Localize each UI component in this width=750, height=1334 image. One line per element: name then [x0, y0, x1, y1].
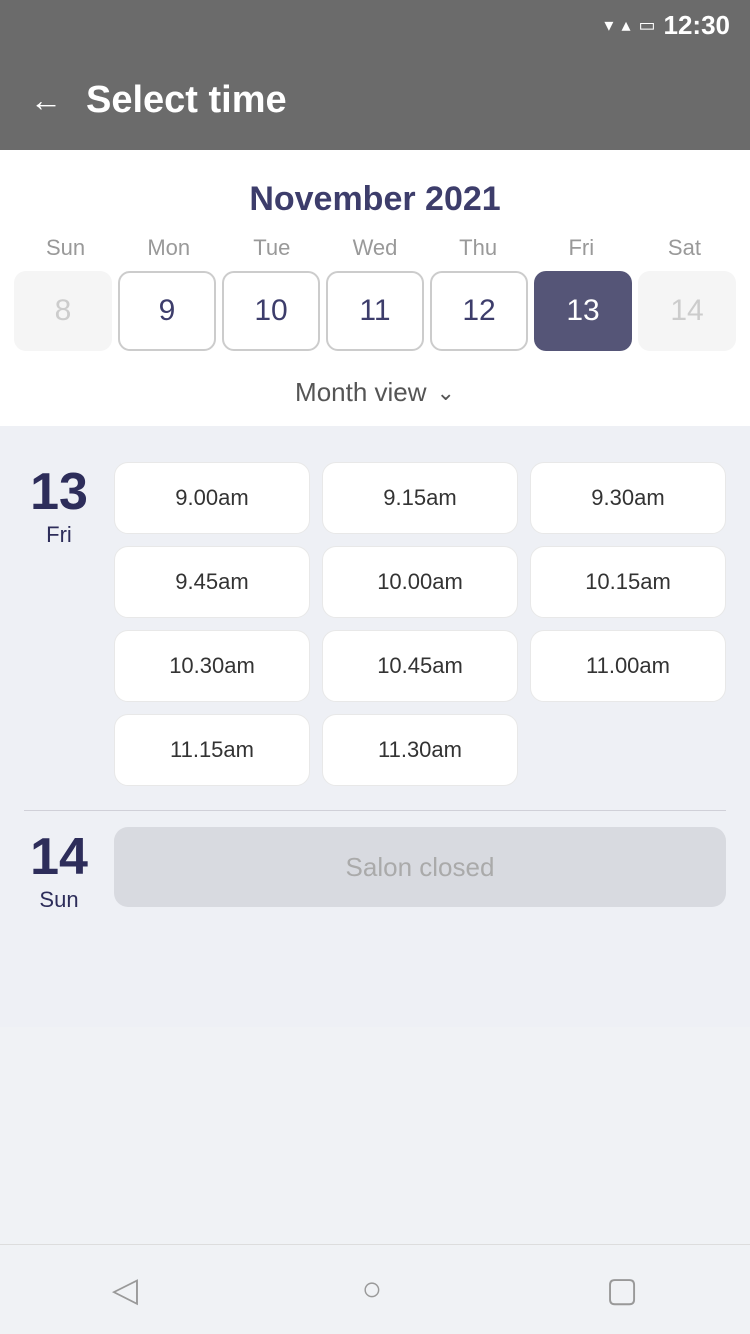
day-header-sun: Sun: [14, 235, 117, 261]
day-cell-9[interactable]: 9: [118, 271, 216, 351]
day-cell-10[interactable]: 10: [222, 271, 320, 351]
time-slot-1100am[interactable]: 11.00am: [530, 630, 726, 702]
month-view-label: Month view: [295, 377, 427, 408]
page-title: Select time: [86, 79, 287, 122]
time-slot-1115am[interactable]: 11.15am: [114, 714, 310, 786]
chevron-down-icon: ⌄: [437, 380, 455, 406]
time-slot-1000am[interactable]: 10.00am: [322, 546, 518, 618]
month-title: November 2021: [0, 170, 750, 235]
day-header-mon: Mon: [117, 235, 220, 261]
calendar-section: November 2021 Sun Mon Tue Wed Thu Fri Sa…: [0, 150, 750, 426]
day-cell-13[interactable]: 13: [534, 271, 632, 351]
day-number-14: 14: [30, 831, 88, 883]
day-label-13: 13 Fri: [24, 462, 94, 786]
status-icons: ▾ ▴ ▭ 12:30: [604, 10, 730, 41]
signal-icon: ▴: [621, 15, 630, 36]
day-header-fri: Fri: [530, 235, 633, 261]
time-slots-grid-13: 9.00am 9.15am 9.30am 9.45am 10.00am 10.1…: [114, 462, 726, 786]
day-label-14: 14 Sun: [24, 827, 94, 913]
header: ← Select time: [0, 50, 750, 150]
day-number-13: 13: [30, 466, 88, 518]
time-slot-930am[interactable]: 9.30am: [530, 462, 726, 534]
day-block-13: 13 Fri 9.00am 9.15am 9.30am 9.45am 10.00…: [24, 446, 726, 810]
time-slot-945am[interactable]: 9.45am: [114, 546, 310, 618]
salon-closed-label: Salon closed: [346, 852, 495, 883]
time-slot-1030am[interactable]: 10.30am: [114, 630, 310, 702]
time-slot-1015am[interactable]: 10.15am: [530, 546, 726, 618]
day-block-14: 14 Sun Salon closed: [24, 811, 726, 937]
battery-icon: ▭: [638, 15, 655, 36]
recent-nav-icon[interactable]: ▢: [606, 1270, 638, 1310]
time-slot-915am[interactable]: 9.15am: [322, 462, 518, 534]
month-view-toggle[interactable]: Month view ⌄: [0, 365, 750, 426]
bottom-nav: ◁ ○ ▢: [0, 1244, 750, 1334]
salon-closed-block: Salon closed: [114, 827, 726, 907]
day-name-fri: Fri: [46, 522, 72, 548]
time-slot-1130am[interactable]: 11.30am: [322, 714, 518, 786]
week-row: 8 9 10 11 12 13 14: [0, 271, 750, 351]
status-bar: ▾ ▴ ▭ 12:30: [0, 0, 750, 50]
status-time: 12:30: [664, 10, 731, 41]
time-slot-1045am[interactable]: 10.45am: [322, 630, 518, 702]
day-header-sat: Sat: [633, 235, 736, 261]
time-section: 13 Fri 9.00am 9.15am 9.30am 9.45am 10.00…: [0, 426, 750, 1027]
day-header-wed: Wed: [323, 235, 426, 261]
day-name-sun: Sun: [39, 887, 78, 913]
day-cell-12[interactable]: 12: [430, 271, 528, 351]
day-header-tue: Tue: [220, 235, 323, 261]
day-cell-11[interactable]: 11: [326, 271, 424, 351]
wifi-icon: ▾: [604, 15, 613, 36]
back-button[interactable]: ←: [30, 82, 62, 119]
day-headers: Sun Mon Tue Wed Thu Fri Sat: [0, 235, 750, 261]
day-cell-14[interactable]: 14: [638, 271, 736, 351]
day-header-thu: Thu: [427, 235, 530, 261]
day-cell-8[interactable]: 8: [14, 271, 112, 351]
time-slot-900am[interactable]: 9.00am: [114, 462, 310, 534]
back-nav-icon[interactable]: ◁: [112, 1270, 138, 1310]
home-nav-icon[interactable]: ○: [362, 1270, 383, 1309]
